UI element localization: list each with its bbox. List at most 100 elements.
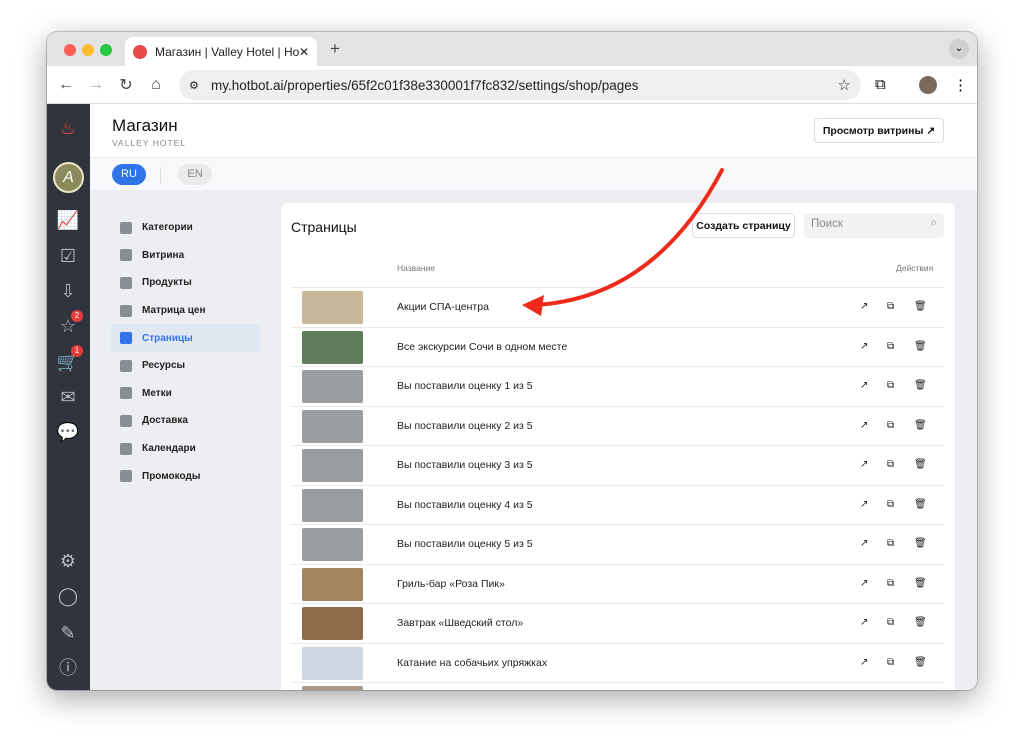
sidebar-item-showcase[interactable]: Витрина: [110, 242, 260, 270]
open-external-icon[interactable]: ↗: [860, 657, 868, 668]
minimize-window-button[interactable]: [82, 44, 94, 56]
table-row[interactable]: Вы поставили оценку 3 из 5 ↗ ⧉ 🗑: [291, 445, 944, 485]
table-row[interactable]: Катание на собачьих упряжках ↗ ⧉ 🗑: [291, 642, 944, 683]
table-row[interactable]: Все экскурсии Сочи в одном месте ↗ ⧉ 🗑: [291, 326, 944, 367]
table-row[interactable]: Вы поставили оценку 2 из 5 ↗ ⧉ 🗑: [291, 405, 944, 446]
search-input[interactable]: Поиск ⌕: [804, 213, 944, 238]
open-external-icon[interactable]: ↗: [860, 420, 868, 431]
profile-avatar[interactable]: [919, 75, 937, 94]
site-settings-icon[interactable]: ⚙: [189, 79, 199, 92]
browser-tab[interactable]: Магазин | Valley Hotel | Hotbot ✕: [125, 37, 317, 66]
reload-icon[interactable]: ↻: [111, 75, 141, 95]
pencil-icon[interactable]: ✎: [56, 621, 80, 645]
open-external-icon[interactable]: ↗: [860, 499, 868, 510]
sidebar-item-price-matrix[interactable]: Матрица цен: [110, 297, 260, 325]
help-icon[interactable]: ⓘ: [56, 656, 80, 680]
table-row[interactable]: Вы поставили оценку 1 из 5 ↗ ⧉ 🗑: [291, 366, 944, 406]
address-bar[interactable]: ⚙ my.hotbot.ai/properties/65f2c01f38e330…: [179, 70, 861, 100]
copy-icon[interactable]: ⧉: [887, 538, 894, 549]
copy-icon[interactable]: ⧉: [887, 499, 894, 510]
open-external-icon[interactable]: ↗: [860, 301, 868, 312]
property-avatar[interactable]: A: [53, 162, 84, 193]
settings-gear-icon[interactable]: ⚙: [56, 549, 80, 573]
open-external-icon[interactable]: ↗: [860, 380, 868, 391]
delete-trash-icon[interactable]: 🗑: [914, 341, 927, 352]
page-name[interactable]: Гриль-бар «Роза Пик»: [397, 578, 505, 590]
sidebar-item-label: Календари: [142, 443, 196, 455]
table-row[interactable]: Акции СПА-центра ↗ ⧉ 🗑: [291, 287, 944, 327]
reviews-badge: 2: [71, 310, 83, 322]
delete-trash-icon[interactable]: 🗑: [914, 578, 927, 589]
card-title: Страницы: [291, 219, 357, 235]
page-name[interactable]: Акции СПА-центра: [397, 301, 489, 313]
mail-icon[interactable]: ✉: [56, 385, 80, 409]
tab-search-chevron-icon[interactable]: ⌄: [949, 39, 969, 59]
home-icon[interactable]: ⌂: [141, 76, 171, 94]
delete-trash-icon[interactable]: 🗑: [914, 420, 927, 431]
table-row[interactable]: ↗ ⧉ 🗑: [291, 682, 944, 690]
lang-ru-button[interactable]: RU: [112, 164, 146, 185]
view-storefront-button[interactable]: Просмотр витрины ↗: [814, 118, 944, 143]
page-name[interactable]: Вы поставили оценку 5 из 5: [397, 538, 533, 550]
open-external-icon[interactable]: ↗: [860, 341, 868, 352]
back-icon[interactable]: ←: [51, 76, 81, 94]
lang-en-button[interactable]: EN: [178, 164, 212, 185]
sidebar-item-delivery[interactable]: Доставка: [110, 407, 260, 435]
sidebar-item-calendars[interactable]: Календари: [110, 435, 260, 463]
sidebar-item-promocodes[interactable]: Промокоды: [110, 462, 260, 490]
tasks-check-icon[interactable]: ☑: [56, 244, 80, 268]
copy-icon[interactable]: ⧉: [887, 341, 894, 352]
table-row[interactable]: Завтрак «Шведский стол» ↗ ⧉ 🗑: [291, 603, 944, 643]
open-external-icon[interactable]: ↗: [860, 459, 868, 470]
copy-icon[interactable]: ⧉: [887, 617, 894, 628]
table-row[interactable]: Вы поставили оценку 5 из 5 ↗ ⧉ 🗑: [291, 524, 944, 564]
forward-icon[interactable]: →: [81, 76, 111, 94]
chat-icon[interactable]: 💬: [56, 420, 80, 444]
extensions-icon[interactable]: ⧉: [875, 76, 886, 93]
bookmark-star-icon[interactable]: ☆: [838, 76, 851, 94]
create-page-button[interactable]: Создать страницу: [692, 213, 795, 238]
copy-icon[interactable]: ⧉: [887, 578, 894, 589]
delete-trash-icon[interactable]: 🗑: [914, 617, 927, 628]
close-window-button[interactable]: [64, 44, 76, 56]
page-name[interactable]: Все экскурсии Сочи в одном месте: [397, 341, 567, 353]
close-tab-icon[interactable]: ✕: [299, 45, 309, 59]
delete-trash-icon[interactable]: 🗑: [914, 459, 927, 470]
delete-trash-icon[interactable]: 🗑: [914, 538, 927, 549]
copy-icon[interactable]: ⧉: [887, 420, 894, 431]
inbox-download-icon[interactable]: ⇩: [56, 279, 80, 303]
delete-trash-icon[interactable]: 🗑: [914, 499, 927, 510]
new-tab-icon[interactable]: +: [330, 39, 340, 59]
page-name[interactable]: Вы поставили оценку 4 из 5: [397, 499, 533, 511]
copy-icon[interactable]: ⧉: [887, 380, 894, 391]
user-icon[interactable]: ◯: [56, 584, 80, 608]
sidebar-item-tags[interactable]: Метки: [110, 380, 260, 408]
table-row[interactable]: Гриль-бар «Роза Пик» ↗ ⧉ 🗑: [291, 563, 944, 604]
page-name[interactable]: Катание на собачьих упряжках: [397, 657, 547, 669]
widgets-icon: [120, 276, 132, 289]
sidebar-item-products[interactable]: Продукты: [110, 269, 260, 297]
table-row[interactable]: Вы поставили оценку 4 из 5 ↗ ⧉ 🗑: [291, 484, 944, 525]
search-placeholder: Поиск: [811, 218, 843, 230]
analytics-icon[interactable]: 📈: [56, 208, 80, 232]
maximize-window-button[interactable]: [100, 44, 112, 56]
open-external-icon[interactable]: ↗: [860, 617, 868, 628]
menu-kebab-icon[interactable]: ⋮: [953, 76, 968, 94]
open-external-icon[interactable]: ↗: [860, 578, 868, 589]
open-external-icon[interactable]: ↗: [860, 538, 868, 549]
hotbot-logo-icon[interactable]: ♨: [56, 116, 80, 140]
delete-trash-icon[interactable]: 🗑: [914, 380, 927, 391]
copy-icon[interactable]: ⧉: [887, 657, 894, 668]
sidebar-item-resources[interactable]: Ресурсы: [110, 352, 260, 380]
sidebar-item-pages[interactable]: Страницы: [110, 324, 260, 352]
delete-trash-icon[interactable]: 🗑: [914, 657, 927, 668]
page-name[interactable]: Вы поставили оценку 2 из 5: [397, 420, 533, 432]
page-name[interactable]: Завтрак «Шведский стол»: [397, 617, 523, 629]
sidebar-item-label: Матрица цен: [142, 305, 206, 317]
sidebar-item-categories[interactable]: Категории: [110, 214, 260, 242]
copy-icon[interactable]: ⧉: [887, 459, 894, 470]
page-name[interactable]: Вы поставили оценку 3 из 5: [397, 459, 533, 471]
copy-icon[interactable]: ⧉: [887, 301, 894, 312]
delete-trash-icon[interactable]: 🗑: [914, 301, 927, 312]
page-name[interactable]: Вы поставили оценку 1 из 5: [397, 380, 533, 392]
